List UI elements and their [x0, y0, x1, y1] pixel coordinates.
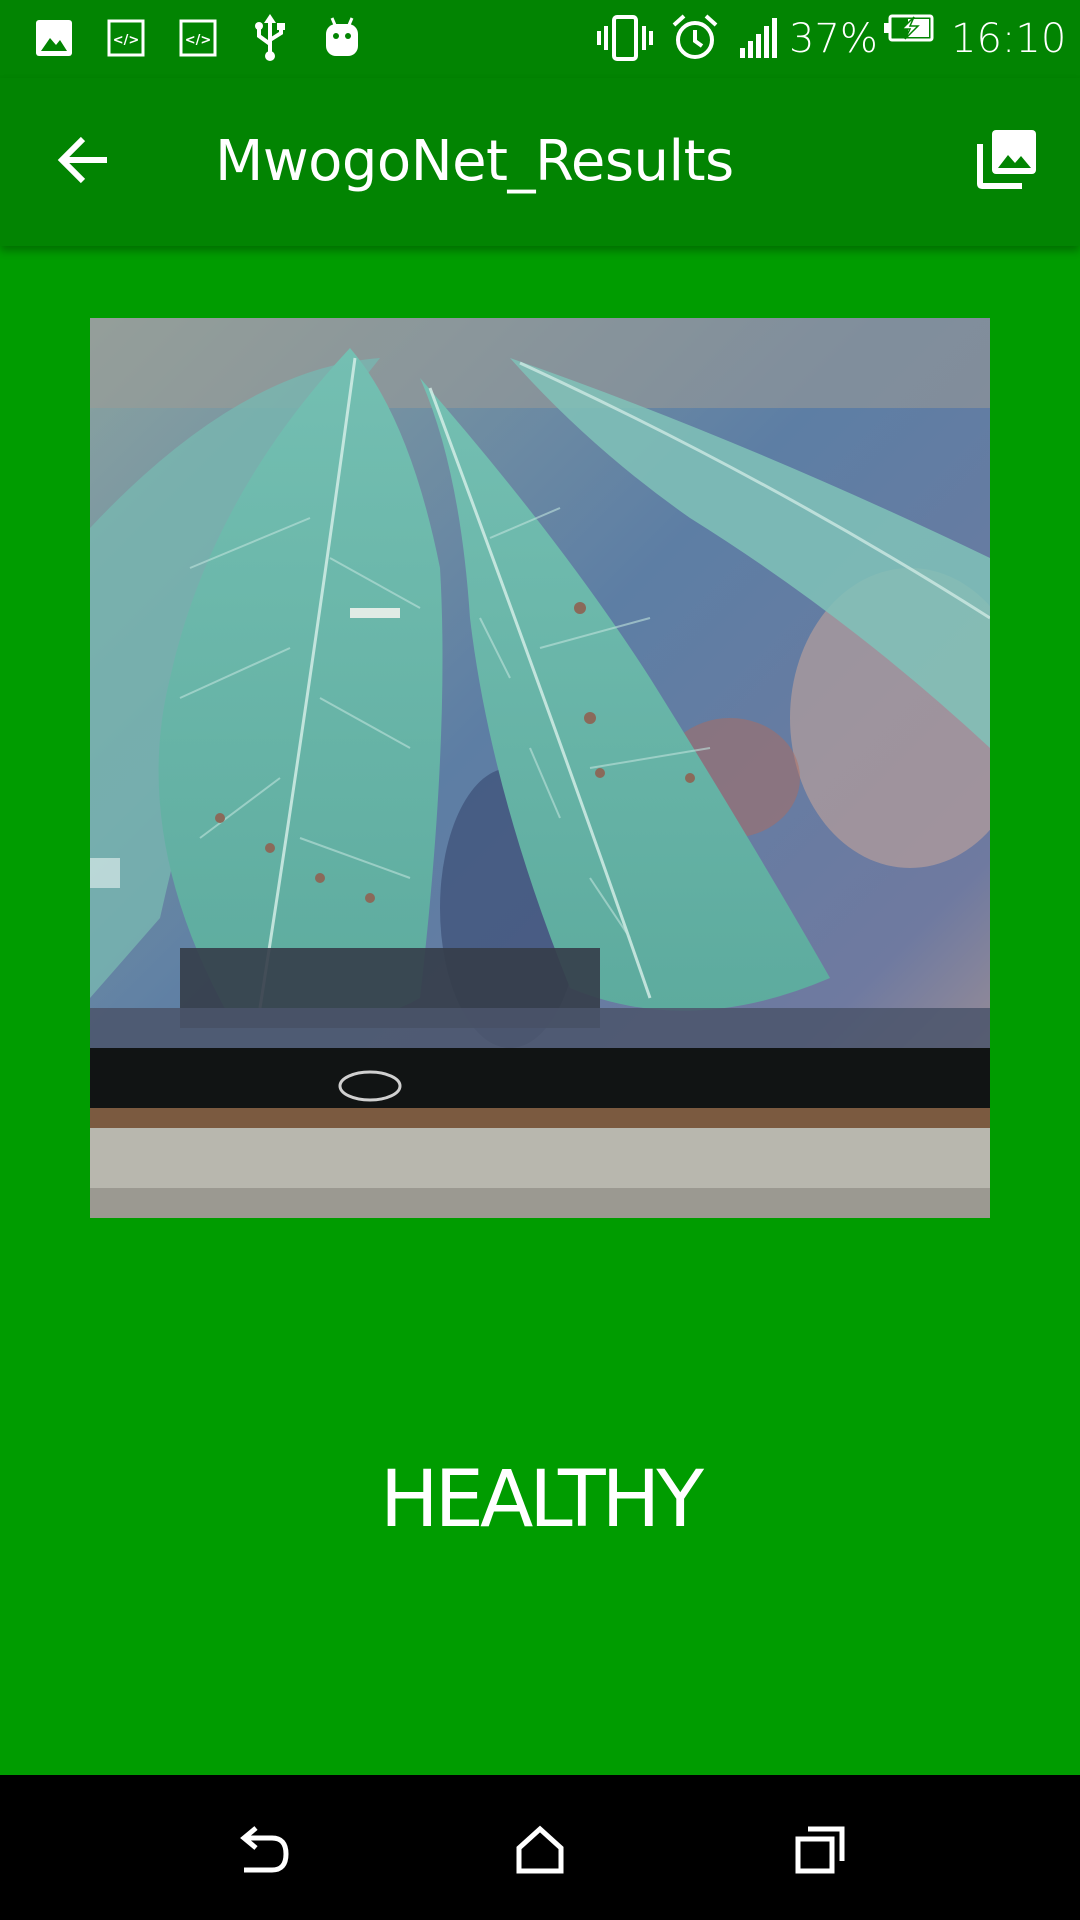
alarm-icon	[672, 14, 718, 59]
photo-library-icon[interactable]	[976, 128, 1038, 190]
signal-icon	[740, 18, 777, 58]
leaf-photo	[90, 318, 990, 1218]
svg-text:</>: </>	[113, 33, 140, 48]
battery-charging-icon	[884, 14, 934, 42]
home-icon[interactable]	[515, 1825, 565, 1875]
usb-icon	[255, 14, 285, 61]
code-icon: </>	[179, 19, 217, 57]
code-icon: </>	[107, 19, 145, 57]
app-bar: MwogoNet_Results	[0, 78, 1080, 246]
arrow-left-icon[interactable]	[56, 132, 112, 188]
status-bar: </> </> 37% 16:10	[0, 0, 1080, 78]
vibrate-icon	[597, 15, 653, 61]
clock: 16:10	[951, 16, 1067, 62]
svg-text:</>: </>	[185, 33, 212, 48]
navigation-bar	[0, 1775, 1080, 1920]
image-icon	[36, 20, 72, 56]
classification-result: HEALTHY	[380, 1455, 704, 1545]
back-icon[interactable]	[234, 1826, 290, 1876]
recents-icon[interactable]	[794, 1825, 846, 1875]
page-title: MwogoNet_Results	[215, 129, 734, 194]
android-icon	[326, 17, 358, 56]
battery-percentage: 37%	[789, 16, 878, 62]
